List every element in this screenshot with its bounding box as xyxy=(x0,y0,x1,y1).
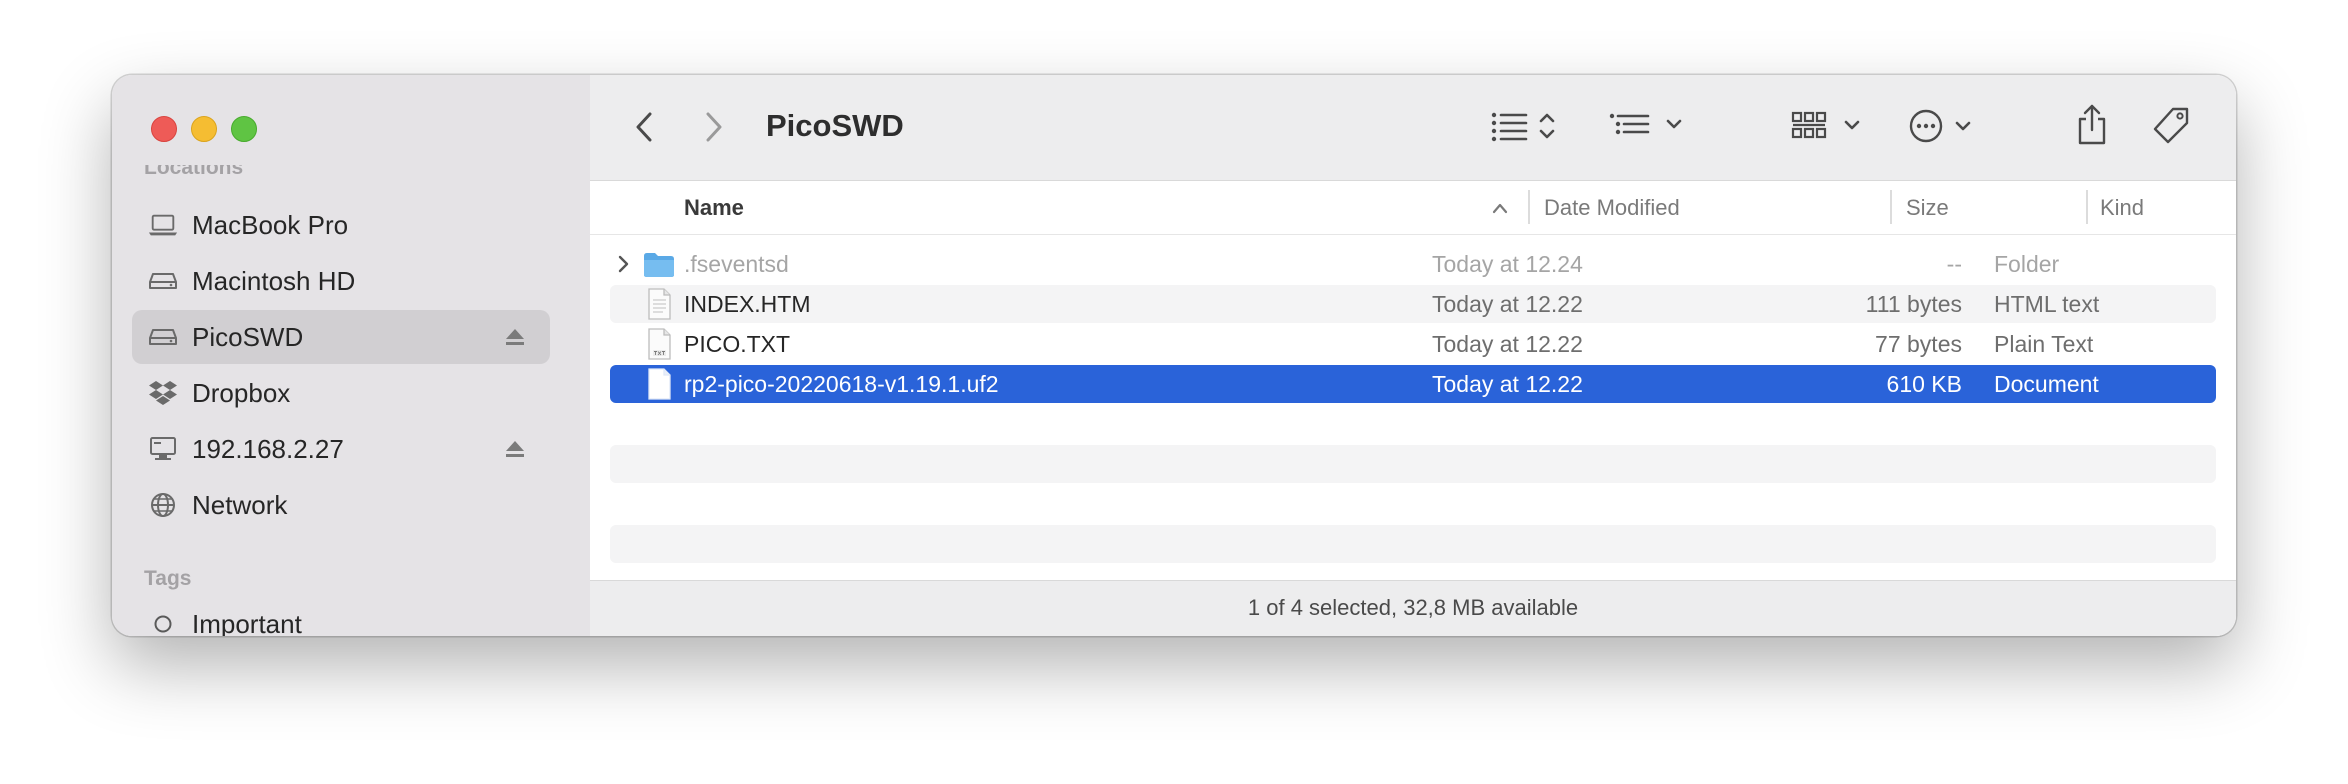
file-row-selected[interactable]: rp2-pico-20220618-v1.19.1.uf2 Today at 1… xyxy=(610,365,2216,403)
laptop-icon xyxy=(148,211,178,239)
column-header-date-modified[interactable]: Date Modified xyxy=(1544,195,1680,221)
sidebar-item-label: Dropbox xyxy=(192,377,291,408)
more-ellipsis-icon xyxy=(1909,108,1981,149)
sidebar-section-locations: Locations xyxy=(144,165,244,177)
toolbar: PicoSWD xyxy=(590,75,2236,181)
list-view-icon xyxy=(1490,109,1568,148)
icon-view-grid-icon xyxy=(1791,109,1871,148)
finder-window: Locations MacBook Pro Macintosh HD PicoS… xyxy=(112,75,2236,636)
minimize-window-button[interactable] xyxy=(191,116,217,142)
file-name: PICO.TXT xyxy=(684,331,791,357)
column-header-name[interactable]: Name xyxy=(684,195,744,221)
sort-ascending-icon[interactable] xyxy=(1492,201,1508,219)
file-date: Today at 12.22 xyxy=(1432,331,1583,357)
file-name: .fseventsd xyxy=(684,251,789,277)
column-header-kind[interactable]: Kind xyxy=(2100,195,2144,221)
html-document-icon xyxy=(643,288,675,320)
file-size: 77 bytes xyxy=(1875,331,1962,357)
network-globe-icon xyxy=(148,491,178,519)
sidebar-section-tags: Tags xyxy=(144,567,192,590)
empty-row-stripe xyxy=(610,525,2216,563)
forward-button[interactable] xyxy=(694,109,734,149)
view-mode-button[interactable] xyxy=(1488,105,1570,151)
eject-icon[interactable] xyxy=(504,328,526,346)
sidebar-tag-important[interactable]: Important xyxy=(132,597,550,636)
file-kind: Document xyxy=(1994,371,2099,397)
external-drive-icon xyxy=(148,323,178,351)
sidebar-item-label: 192.168.2.27 xyxy=(192,433,344,464)
eject-icon[interactable] xyxy=(504,440,526,458)
sidebar-item-label: PicoSWD xyxy=(192,321,304,352)
sidebar-item-dropbox[interactable]: Dropbox xyxy=(132,366,550,420)
column-divider[interactable] xyxy=(1528,190,1530,224)
sidebar-item-label: Macintosh HD xyxy=(192,265,356,296)
column-header-size[interactable]: Size xyxy=(1906,195,1949,221)
file-size: 610 KB xyxy=(1886,371,1962,397)
sidebar-item-label: MacBook Pro xyxy=(192,209,349,240)
text-document-icon xyxy=(643,328,675,360)
sidebar-item-label: Network xyxy=(192,489,288,520)
back-button[interactable] xyxy=(624,109,664,149)
chevron-left-icon xyxy=(635,112,653,147)
column-divider[interactable] xyxy=(2086,190,2088,224)
file-date: Today at 12.22 xyxy=(1432,371,1583,397)
server-display-icon xyxy=(148,435,178,463)
sidebar-item-server[interactable]: 192.168.2.27 xyxy=(132,422,550,476)
share-icon xyxy=(2076,103,2108,150)
tags-button[interactable] xyxy=(2146,103,2196,153)
close-window-button[interactable] xyxy=(151,116,177,142)
folder-icon xyxy=(643,248,675,280)
sidebar-item-network[interactable]: Network xyxy=(132,478,550,532)
internal-drive-icon xyxy=(148,267,178,295)
file-size: 111 bytes xyxy=(1865,291,1962,317)
sidebar-item-picoswd[interactable]: PicoSWD xyxy=(132,310,550,364)
file-kind: Folder xyxy=(1994,251,2060,277)
file-kind: HTML text xyxy=(1994,291,2100,317)
file-row[interactable]: INDEX.HTM Today at 12.22 111 bytes HTML … xyxy=(610,285,2216,323)
action-menu-button[interactable] xyxy=(1908,105,1982,151)
file-date: Today at 12.24 xyxy=(1432,251,1583,277)
sidebar: Locations MacBook Pro Macintosh HD PicoS… xyxy=(112,75,591,636)
file-name: rp2-pico-20220618-v1.19.1.uf2 xyxy=(684,371,999,397)
tag-icon xyxy=(2151,106,2191,151)
file-name: INDEX.HTM xyxy=(684,291,811,317)
icon-view-button[interactable] xyxy=(1790,105,1872,151)
file-date: Today at 12.22 xyxy=(1432,291,1583,317)
empty-row-stripe xyxy=(610,445,2216,483)
sidebar-item-macintosh-hd[interactable]: Macintosh HD xyxy=(132,254,550,308)
group-by-icon xyxy=(1608,111,1690,146)
file-kind: Plain Text xyxy=(1994,331,2094,357)
tag-circle-icon xyxy=(148,610,178,636)
document-icon xyxy=(643,368,675,400)
file-row[interactable]: .fseventsd Today at 12.24 -- Folder xyxy=(610,245,2216,283)
status-bar: 1 of 4 selected, 32,8 MB available xyxy=(590,580,2236,636)
column-header-row: Name Date Modified Size Kind xyxy=(590,181,2236,235)
disclosure-chevron-icon[interactable] xyxy=(616,254,630,274)
file-row[interactable]: PICO.TXT Today at 12.22 77 bytes Plain T… xyxy=(610,325,2216,363)
status-text: 1 of 4 selected, 32,8 MB available xyxy=(1247,595,1579,620)
group-by-button[interactable] xyxy=(1606,105,1692,151)
zoom-window-button[interactable] xyxy=(231,116,257,142)
sidebar-item-macbook-pro[interactable]: MacBook Pro xyxy=(132,198,550,252)
sidebar-item-label: Important xyxy=(192,608,302,637)
chevron-right-icon xyxy=(705,112,723,147)
column-divider[interactable] xyxy=(1890,190,1892,224)
main-area: PicoSWD Name Date Modified Size Kind .fs… xyxy=(590,75,2236,636)
file-size: -- xyxy=(1946,251,1962,277)
window-title: PicoSWD xyxy=(766,108,904,143)
dropbox-icon xyxy=(148,379,178,407)
share-button[interactable] xyxy=(2070,101,2114,151)
